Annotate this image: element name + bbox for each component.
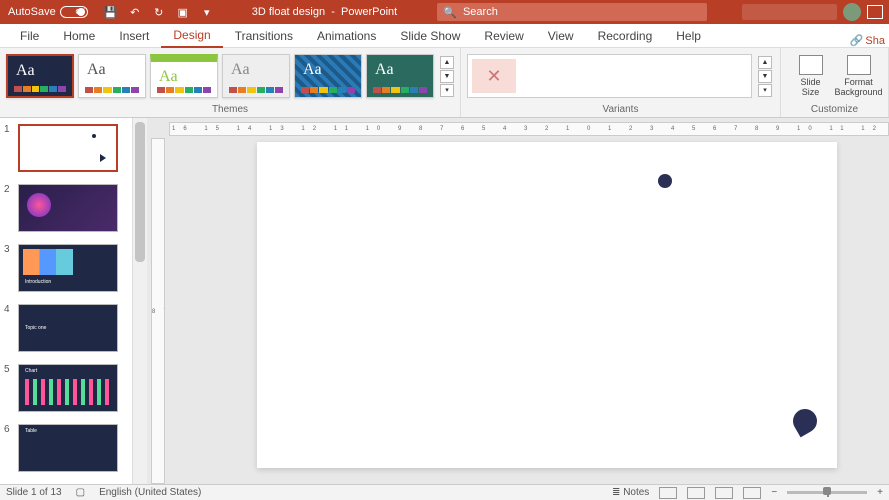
slide-thumb-3[interactable] [18,244,118,292]
tab-animations[interactable]: Animations [305,25,388,47]
language-status[interactable]: English (United States) [99,487,201,498]
redo-icon[interactable]: ↻ [152,5,166,19]
zoom-in-button[interactable]: + [877,487,883,498]
thumb-number: 1 [4,124,14,172]
search-icon: 🔍 [443,6,457,19]
group-themes: Aa Aa Aa Aa Aa Aa ▲ ▼ ▾ Themes [0,48,461,117]
tab-review[interactable]: Review [472,25,535,47]
tab-help[interactable]: Help [664,25,713,47]
thumbnails-scrollbar[interactable] [133,118,147,484]
shape-circle[interactable] [658,174,672,188]
horizontal-ruler[interactable]: 16 15 14 13 12 11 10 9 8 7 6 5 4 3 2 1 0… [169,122,889,136]
themes-group-label: Themes [0,104,460,117]
ribbon-tabs: File Home Insert Design Transitions Anim… [0,24,889,48]
slide-position[interactable]: Slide 1 of 13 [6,487,62,498]
variants-more-icon[interactable]: ▾ [758,84,772,97]
main-area: 1 2 3 4 5 6 16 15 14 13 12 11 10 9 8 7 6… [0,118,889,484]
thumb-number: 6 [4,424,14,472]
variants-row-up-icon[interactable]: ▲ [758,56,772,69]
theme-integral[interactable]: Aa [294,54,362,98]
normal-view-button[interactable] [659,487,677,499]
save-icon[interactable]: 💾 [104,5,118,19]
slide-size-icon [799,55,823,75]
vertical-ruler[interactable]: 876543210123456789 [151,138,165,484]
format-background-icon [847,55,871,75]
present-icon[interactable]: ▣ [176,5,190,19]
tab-insert[interactable]: Insert [107,25,161,47]
thumb-number: 5 [4,364,14,412]
status-bar: Slide 1 of 13 ▢ English (United States) … [0,484,889,500]
theme-facet[interactable]: Aa [150,54,218,98]
zoom-out-button[interactable]: − [771,487,777,498]
slide-thumb-4[interactable] [18,304,118,352]
share-button[interactable]: 🔗 Sha [850,34,889,47]
variants-spinner: ▲ ▼ ▾ [758,56,772,97]
undo-icon[interactable]: ↶ [128,5,142,19]
tab-file[interactable]: File [8,25,51,47]
slide-thumbnails-panel[interactable]: 1 2 3 4 5 6 [0,118,133,484]
slide-thumb-2[interactable] [18,184,118,232]
autosave-label: AutoSave [8,6,56,18]
autosave-toggle[interactable]: AutoSave Off [0,6,96,18]
themes-spinner: ▲ ▼ ▾ [440,56,454,97]
tab-home[interactable]: Home [51,25,107,47]
autosave-switch[interactable]: Off [60,6,88,18]
slide-thumb-1[interactable] [18,124,118,172]
themes-more-icon[interactable]: ▾ [440,84,454,97]
slide-thumb-6[interactable] [18,424,118,472]
theme-gallery[interactable]: Aa [222,54,290,98]
thumb-number: 2 [4,184,14,232]
theme-ion[interactable]: Aa [366,54,434,98]
slide-thumb-5[interactable] [18,364,118,412]
search-input[interactable] [463,6,701,18]
shape-teardrop[interactable] [789,405,822,438]
qat-dropdown-icon[interactable]: ▾ [200,5,214,19]
user-name-badge[interactable] [742,4,837,20]
tab-transitions[interactable]: Transitions [223,25,305,47]
quick-access-toolbar: 💾 ↶ ↻ ▣ ▾ [96,5,222,19]
search-box[interactable]: 🔍 [437,3,707,21]
window-title: 3D float design - PowerPoint [222,6,428,18]
zoom-slider[interactable] [787,491,867,494]
user-avatar[interactable] [843,3,861,21]
ribbon: Aa Aa Aa Aa Aa Aa ▲ ▼ ▾ Themes ✕ ▲ ▼ ▾ V… [0,48,889,118]
group-customize: Slide Size Format Background Customize [781,48,889,117]
thumb-number: 4 [4,304,14,352]
reading-view-button[interactable] [715,487,733,499]
format-background-button[interactable]: Format Background [837,53,881,100]
notes-button[interactable]: ≣ Notes [612,487,649,498]
tab-recording[interactable]: Recording [586,25,665,47]
variants-group-label: Variants [461,104,780,117]
slideshow-view-button[interactable] [743,487,761,499]
theme-office[interactable]: Aa [78,54,146,98]
customize-group-label: Customize [781,104,888,117]
slide-edit-area: 16 15 14 13 12 11 10 9 8 7 6 5 4 3 2 1 0… [147,118,889,484]
tab-view[interactable]: View [536,25,586,47]
tab-slideshow[interactable]: Slide Show [388,25,472,47]
themes-row-down-icon[interactable]: ▼ [440,70,454,83]
thumb-number: 3 [4,244,14,292]
slide-size-button[interactable]: Slide Size [789,53,833,100]
scrollbar-thumb[interactable] [135,122,145,262]
accessibility-icon[interactable]: ▢ [76,487,85,498]
tab-design[interactable]: Design [161,24,222,48]
variants-gallery[interactable]: ✕ [467,54,752,98]
slide-canvas[interactable] [257,142,837,468]
theme-3d-float[interactable]: Aa [6,54,74,98]
themes-row-up-icon[interactable]: ▲ [440,56,454,69]
variants-row-down-icon[interactable]: ▼ [758,70,772,83]
group-variants: ✕ ▲ ▼ ▾ Variants [461,48,781,117]
variant-placeholder-icon: ✕ [472,59,516,93]
sorter-view-button[interactable] [687,487,705,499]
title-bar: AutoSave Off 💾 ↶ ↻ ▣ ▾ 3D float design -… [0,0,889,24]
window-mode-icon[interactable] [867,5,883,19]
